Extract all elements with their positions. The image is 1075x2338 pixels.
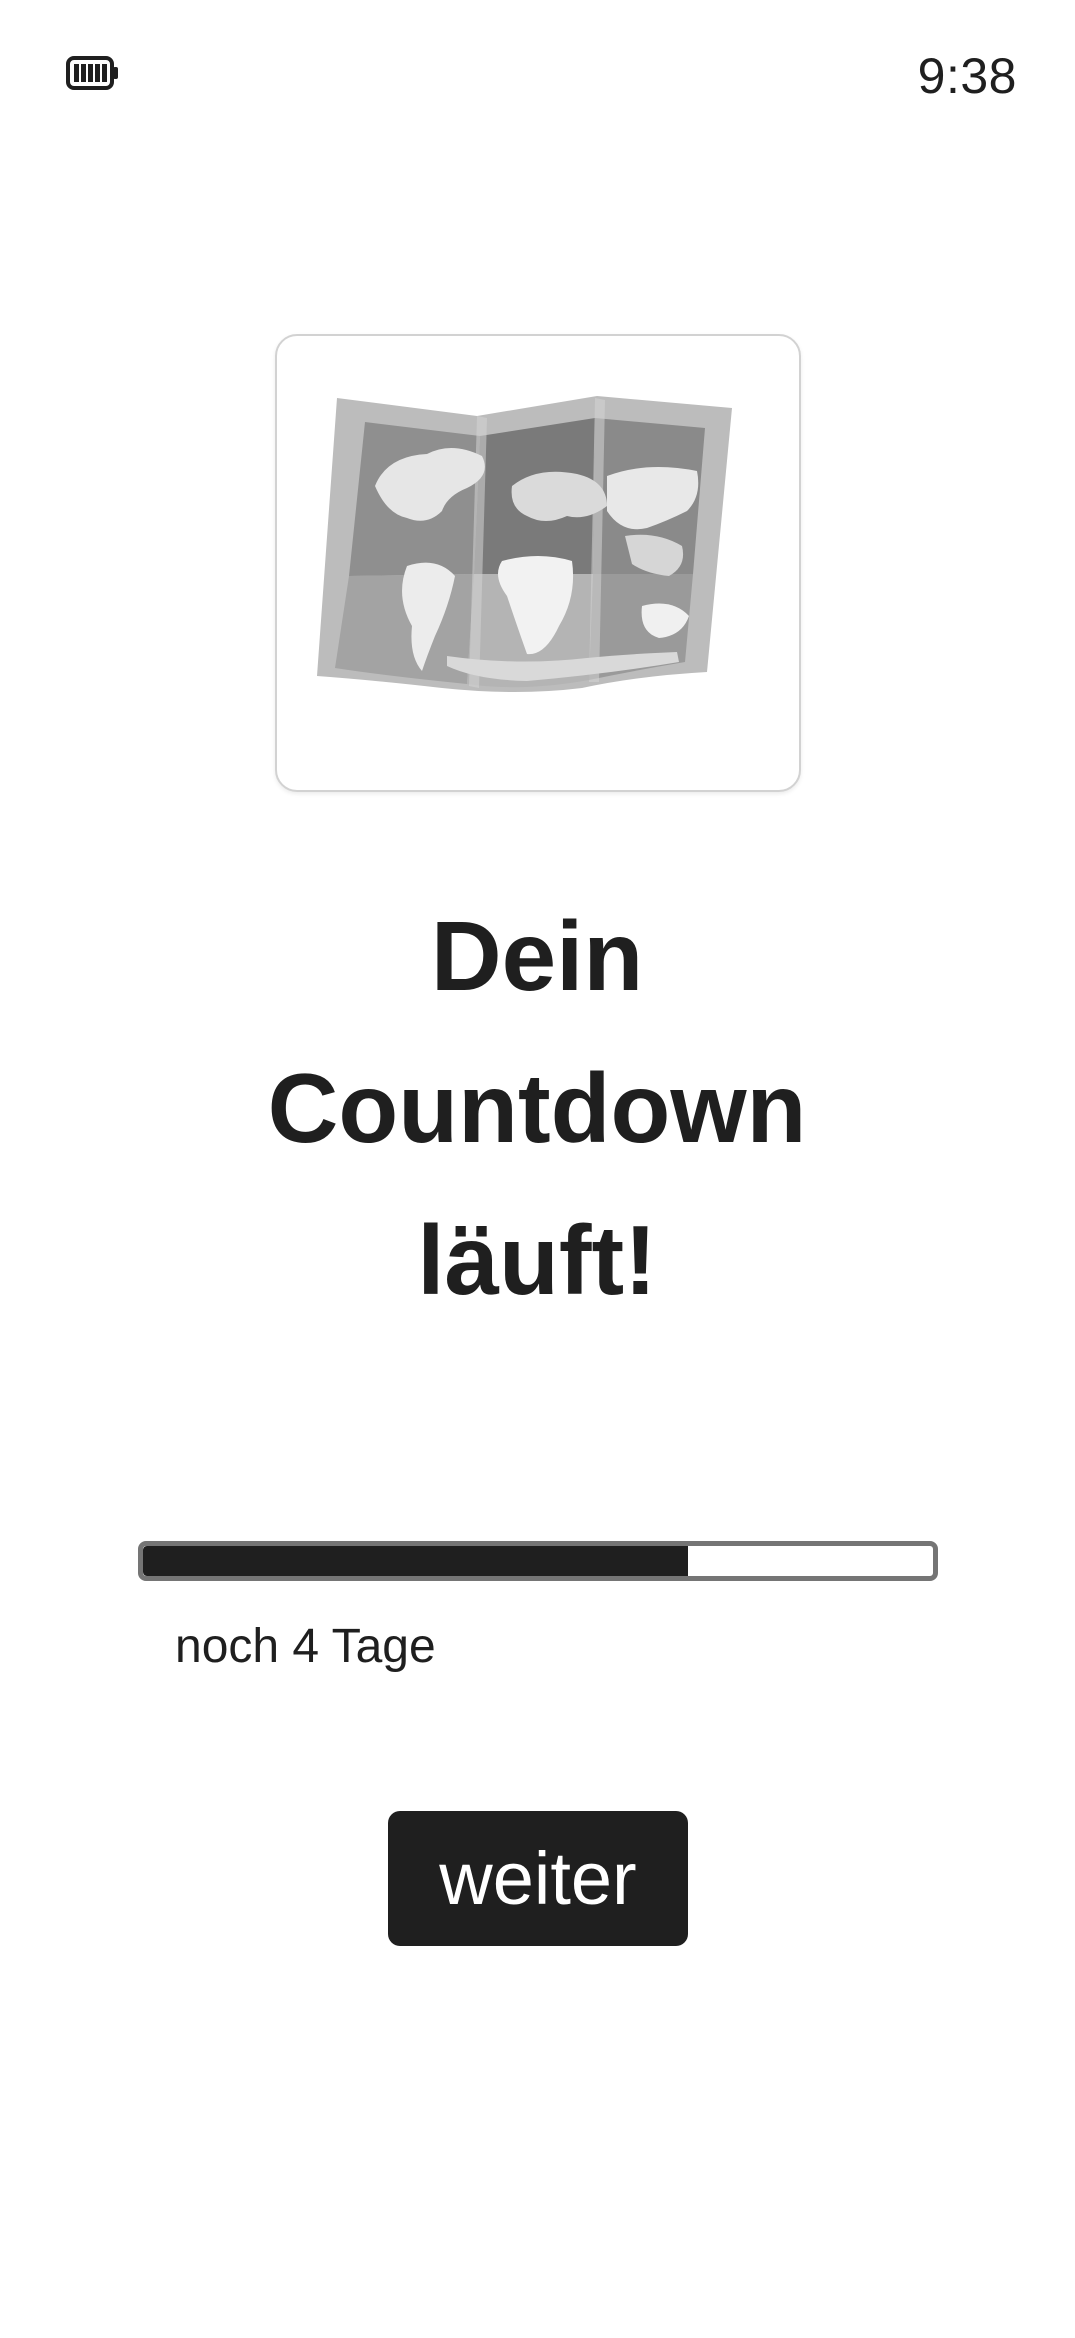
countdown-progress-bar: [138, 1541, 938, 1581]
status-bar: 9:38: [0, 0, 1075, 150]
battery-full-icon: [66, 56, 118, 90]
countdown-remaining-label: noch 4 Tage: [175, 1620, 436, 1673]
title-line: läuft!: [417, 1205, 657, 1315]
title-line: Countdown: [267, 1053, 807, 1163]
page-title: Dein Countdown läuft!: [137, 880, 937, 1336]
world-map-icon: [317, 396, 732, 692]
status-time: 9:38: [917, 48, 1017, 104]
countdown-progress-fill: [143, 1546, 689, 1576]
next-button[interactable]: weiter: [388, 1811, 688, 1946]
title-line: Dein: [430, 901, 644, 1011]
hero-image-card: [275, 334, 801, 792]
